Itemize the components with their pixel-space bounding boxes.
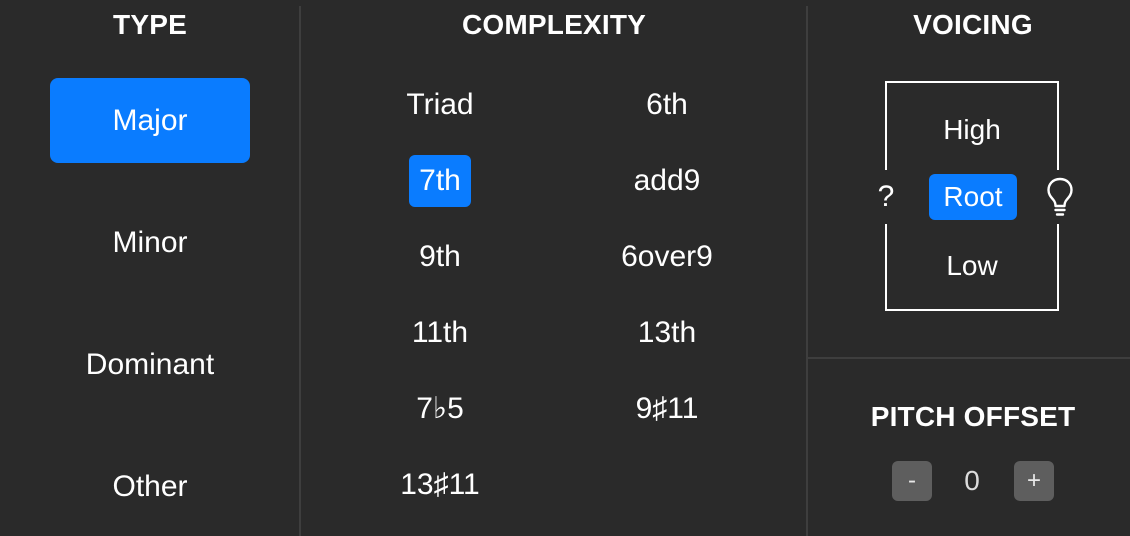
divider-type-complexity [299,6,301,536]
pitch-offset-heading: PITCH OFFSET [870,401,1076,432]
complexity-option-13sharp11[interactable]: 13♯11 [340,459,540,511]
type-option-major[interactable]: Major [50,78,250,163]
complexity-option-7b5[interactable]: 7♭5 [340,383,540,435]
pitch-offset-value: 0 [964,465,980,496]
complexity-option-9sharp11[interactable]: 9♯11 [567,383,767,435]
type-option-other[interactable]: Other [50,444,250,529]
complexity-option-6over9[interactable]: 6over9 [567,231,767,283]
complexity-option-13th[interactable]: 13th [567,307,767,359]
complexity-option-6th[interactable]: 6th [567,79,767,131]
complexity-option-7th[interactable]: 7th [409,155,471,207]
voicing-option-high[interactable]: High [902,110,1042,150]
question-mark-icon[interactable]: ? [870,176,902,218]
pitch-increment-button[interactable]: + [1014,461,1054,501]
voicing-option-low[interactable]: Low [902,246,1042,286]
type-option-dominant[interactable]: Dominant [50,322,250,407]
type-heading: TYPE [113,9,187,40]
divider-complexity-voicing [806,6,808,536]
complexity-option-11th[interactable]: 11th [340,307,540,359]
type-option-minor[interactable]: Minor [50,200,250,285]
pitch-decrement-button[interactable]: - [892,461,932,501]
complexity-option-9th[interactable]: 9th [340,231,540,283]
complexity-heading: COMPLEXITY [461,9,646,40]
complexity-option-add9[interactable]: add9 [567,155,767,207]
voicing-option-root[interactable]: Root [929,174,1017,220]
divider-voicing-pitch [808,357,1130,359]
voicing-heading: VOICING [913,9,1033,40]
complexity-option-triad[interactable]: Triad [340,79,540,131]
lightbulb-icon[interactable] [1044,175,1076,219]
